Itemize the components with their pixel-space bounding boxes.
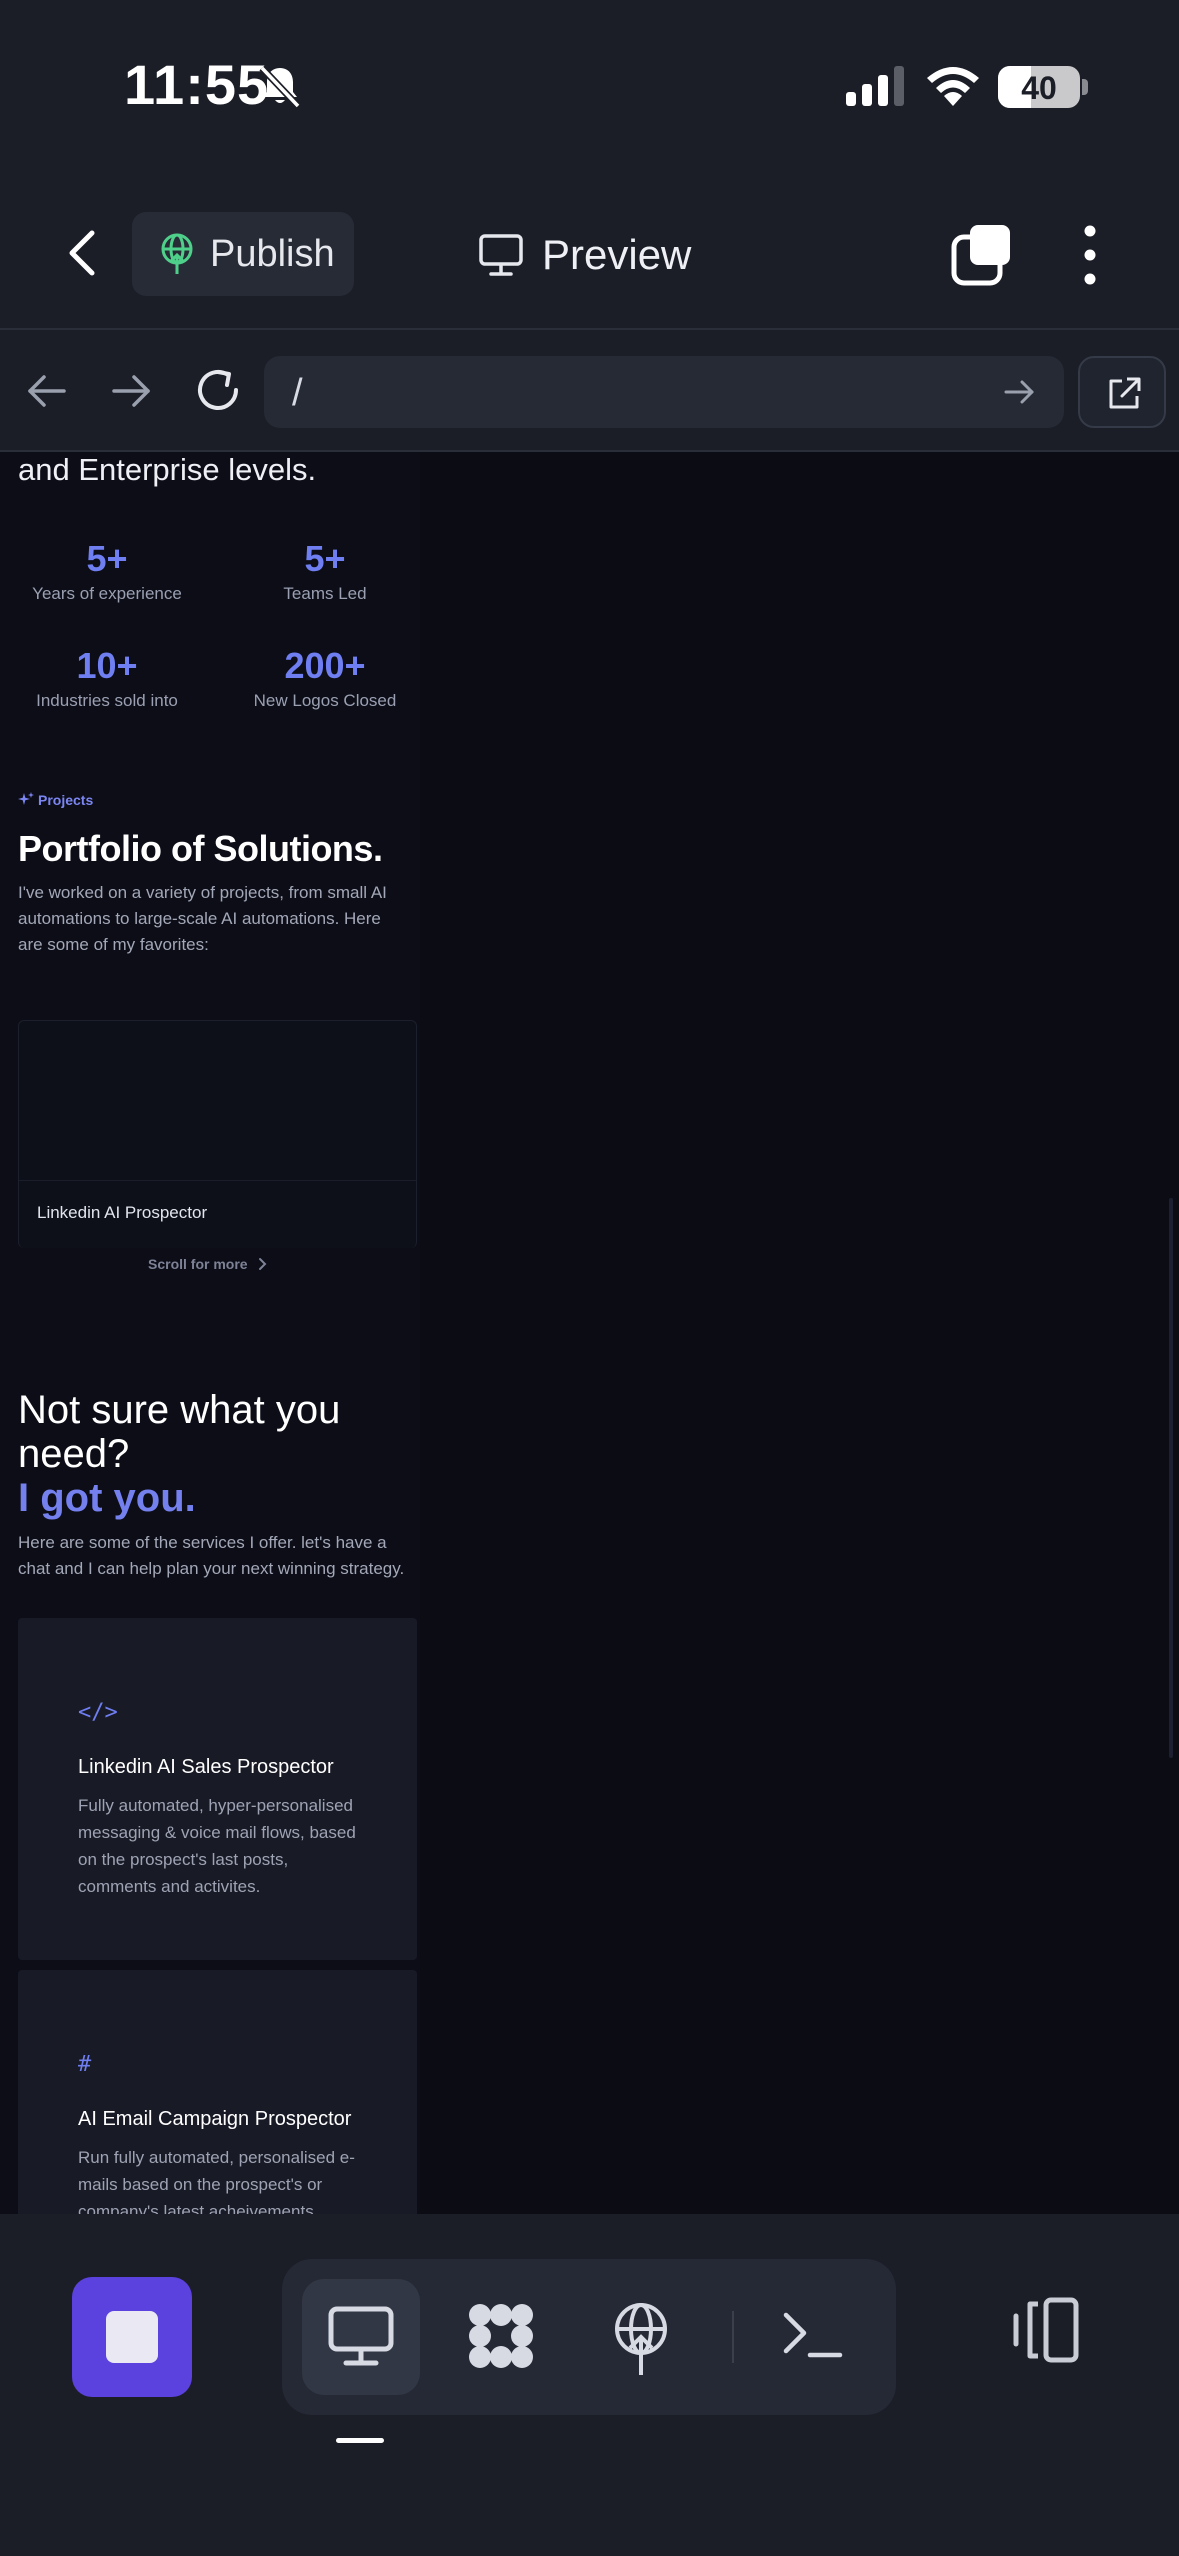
scroll-for-more-label: Scroll for more (148, 1256, 248, 1272)
tool-group (282, 2259, 896, 2415)
external-link-icon (1109, 377, 1141, 409)
stat-value: 10+ (76, 645, 138, 686)
bottom-toolbar (0, 2214, 1179, 2556)
wifi-icon (927, 67, 979, 106)
project-card[interactable]: Linkedin AI Prospector (18, 1020, 417, 1248)
url-input[interactable]: / (264, 356, 1064, 428)
tabs-icon[interactable] (950, 223, 1014, 287)
stat-label: New Logos Closed (253, 691, 397, 710)
nav-back-icon[interactable] (24, 368, 70, 414)
browser-bar: / (0, 332, 1179, 452)
stat-label: Years of experience (32, 584, 182, 603)
reload-icon[interactable] (192, 364, 244, 416)
stat-label: Teams Led (283, 584, 367, 603)
signal-icon (846, 66, 904, 106)
projects-tag-label: Projects (38, 792, 94, 808)
url-text: / (292, 372, 303, 414)
desktop-preview-icon (328, 2306, 394, 2366)
service-card[interactable]: </> Linkedin AI Sales Prospector Fully a… (18, 1618, 417, 1960)
scroll-for-more-link[interactable]: Scroll for more (148, 1256, 268, 1272)
desktop-preview-button[interactable] (302, 2279, 420, 2395)
battery-percent: 40 (1021, 70, 1057, 106)
workflow-icon (469, 2304, 533, 2368)
go-arrow-icon[interactable] (1000, 372, 1040, 412)
stat-teams: 5+ Teams Led (235, 538, 415, 604)
status-bar: 11:55 40 (0, 0, 1179, 175)
status-time: 11:55 (124, 53, 270, 116)
panels-icon[interactable] (1008, 2294, 1084, 2370)
battery-indicator: 40 (998, 66, 1080, 108)
workflow-button[interactable] (442, 2279, 560, 2395)
app-header: Publish Preview (0, 175, 1179, 330)
service-title: AI Email Campaign Prospector (78, 2108, 352, 2130)
terminal-button[interactable] (754, 2279, 872, 2395)
project-card-image (19, 1021, 416, 1181)
services-title: Not sure what you need? (18, 1388, 341, 1476)
scrollbar[interactable] (1169, 1198, 1173, 1758)
stat-value: 5+ (86, 538, 128, 579)
stop-icon (106, 2311, 158, 2363)
stat-value: 5+ (304, 538, 346, 579)
stop-button[interactable] (72, 2277, 192, 2397)
projects-tag: Projects (18, 792, 93, 808)
service-card[interactable]: # AI Email Campaign Prospector Run fully… (18, 1970, 417, 2214)
battery-tip (1082, 79, 1088, 95)
publish-button[interactable]: Publish (132, 212, 354, 296)
site-content: and Enterprise levels. 5+ Years of exper… (0, 452, 420, 2214)
hash-icon: # (78, 2052, 92, 2077)
service-description: Fully automated, hyper-personalised mess… (78, 1796, 356, 1896)
preview-viewport[interactable]: and Enterprise levels. 5+ Years of exper… (0, 452, 1179, 2214)
intro-text: and Enterprise levels. (18, 452, 317, 487)
terminal-icon (783, 2312, 843, 2358)
service-title: Linkedin AI Sales Prospector (78, 1756, 334, 1778)
home-indicator (336, 2438, 384, 2443)
deploy-button[interactable] (582, 2279, 700, 2395)
stat-industries: 10+ Industries sold into (17, 645, 197, 711)
nav-forward-icon[interactable] (108, 368, 154, 414)
service-description: Run fully automated, personalised e-mail… (78, 2148, 355, 2214)
services-description: Here are some of the services I offer. l… (18, 1533, 405, 1578)
chevron-right-icon (258, 1258, 267, 1270)
publish-label: Publish (210, 232, 335, 275)
back-icon[interactable] (56, 225, 112, 281)
stat-value: 200+ (284, 645, 366, 686)
toolbar-divider (732, 2311, 734, 2363)
stat-label: Industries sold into (36, 691, 178, 710)
stat-logos: 200+ New Logos Closed (235, 645, 415, 711)
services-accent: I got you. (18, 1476, 196, 1520)
monitor-icon (479, 234, 523, 276)
preview-tab[interactable]: Preview (478, 215, 691, 295)
sparkles-icon (18, 792, 34, 805)
bell-muted-icon (259, 65, 301, 109)
stat-years: 5+ Years of experience (17, 538, 197, 604)
more-options-icon[interactable] (1070, 223, 1110, 287)
code-icon: </> (78, 1700, 118, 1725)
open-external-button[interactable] (1078, 356, 1166, 428)
publish-globe-icon (161, 233, 193, 274)
deploy-icon (615, 2303, 667, 2375)
preview-label: Preview (542, 231, 692, 278)
portfolio-title: Portfolio of Solutions. (18, 828, 383, 869)
project-card-title: Linkedin AI Prospector (37, 1203, 208, 1222)
portfolio-description: I've worked on a variety of projects, fr… (18, 883, 387, 954)
